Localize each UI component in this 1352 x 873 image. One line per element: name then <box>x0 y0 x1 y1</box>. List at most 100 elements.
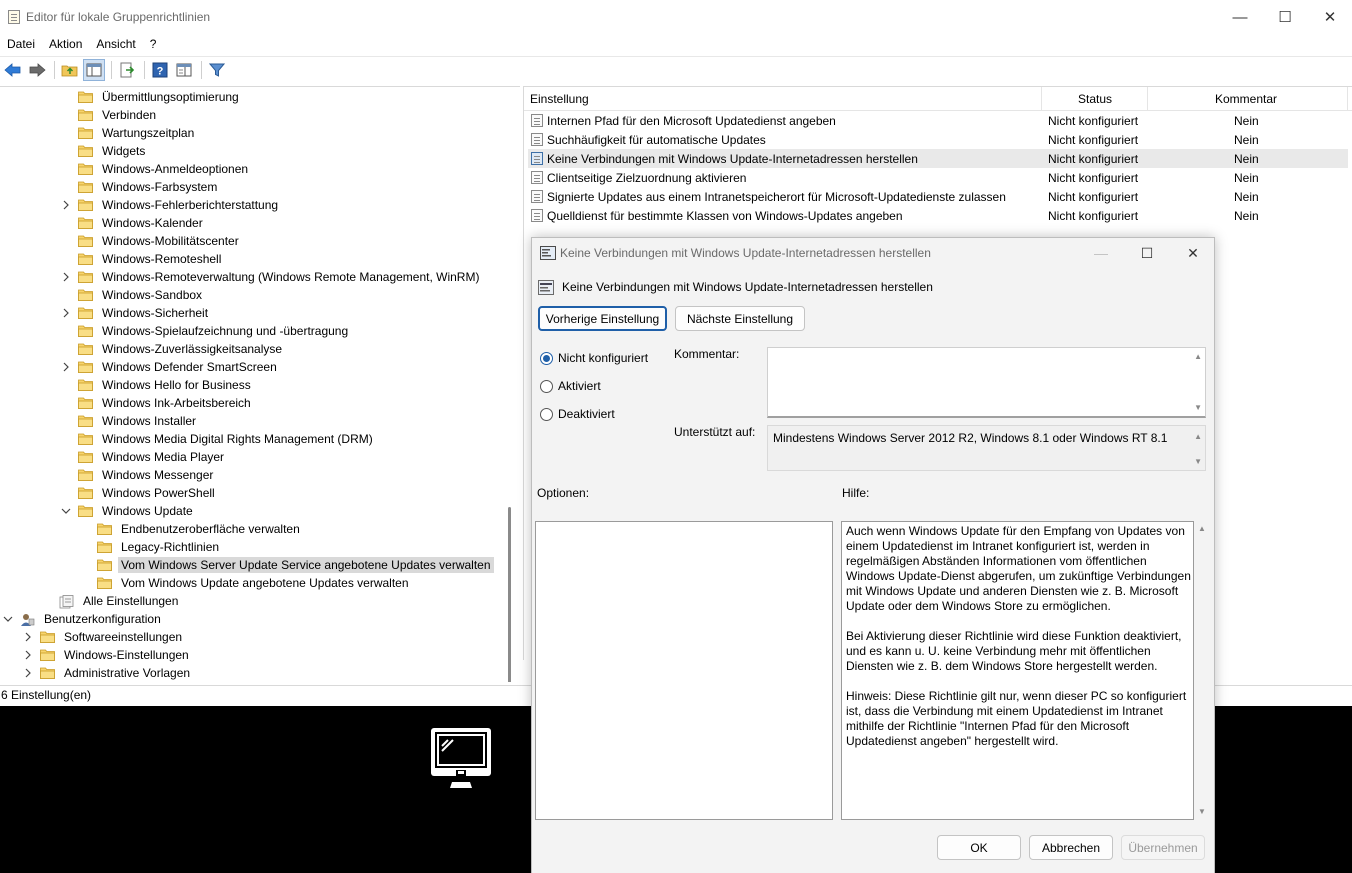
folder-icon <box>78 181 93 193</box>
chevron-right-icon[interactable] <box>61 268 71 286</box>
tree-item[interactable]: Windows-Sicherheit <box>63 304 211 322</box>
tree-item[interactable]: Legacy-Richtlinien <box>97 538 222 556</box>
policy-setting-icon <box>531 190 543 203</box>
help-scroll-up-arrow[interactable]: ▲ <box>1198 524 1206 533</box>
comment-textarea[interactable]: ▲ ▼ <box>767 347 1206 418</box>
radio-disabled[interactable]: Deaktiviert <box>540 405 615 423</box>
chevron-right-icon[interactable] <box>61 304 71 322</box>
menu-aktion[interactable]: Aktion <box>42 34 89 54</box>
title-bar: Editor für lokale Gruppenrichtlinien — ☐… <box>0 0 1352 34</box>
column-header-setting[interactable]: Einstellung <box>530 92 589 106</box>
tree-item[interactable]: Windows Hello for Business <box>78 376 254 394</box>
tree-item[interactable]: Windows-Anmeldeoptionen <box>78 160 251 178</box>
setting-row[interactable]: Internen Pfad für den Microsoft Updatedi… <box>528 111 1348 130</box>
minimize-button[interactable]: — <box>1217 0 1263 34</box>
tree-item-label: Verbinden <box>102 108 157 122</box>
tree-item[interactable]: Windows Update <box>61 502 196 520</box>
dialog-maximize-button[interactable]: ☐ <box>1124 238 1170 268</box>
chevron-right-icon[interactable] <box>61 358 71 376</box>
supported-on-text: Mindestens Windows Server 2012 R2, Windo… <box>773 431 1168 445</box>
tree-item[interactable]: Windows Media Digital Rights Management … <box>78 430 376 448</box>
folder-icon <box>78 91 93 103</box>
chevron-down-icon[interactable] <box>3 610 13 628</box>
show-hide-tree-icon[interactable] <box>83 58 105 81</box>
column-header-comment[interactable]: Kommentar <box>1215 92 1277 106</box>
tree-item[interactable]: Windows-Zuverlässigkeitsanalyse <box>78 340 285 358</box>
tree-item[interactable]: Windows-Einstellungen <box>25 646 192 664</box>
tree-item[interactable]: Endbenutzeroberfläche verwalten <box>97 520 303 538</box>
dialog-heading: Keine Verbindungen mit Windows Update-In… <box>562 280 933 294</box>
dialog-close-button[interactable]: ✕ <box>1170 238 1216 268</box>
help-icon[interactable]: ? <box>149 59 171 81</box>
tree-item[interactable]: Windows PowerShell <box>78 484 218 502</box>
radio-button[interactable] <box>540 379 553 393</box>
tree-item[interactable]: Windows Messenger <box>78 466 216 484</box>
tree-item[interactable]: Wartungszeitplan <box>78 124 197 142</box>
tree-item[interactable]: Widgets <box>78 142 148 160</box>
tree-item[interactable]: Übermittlungsoptimierung <box>78 88 242 106</box>
tree-item[interactable]: Windows-Sandbox <box>78 286 205 304</box>
setting-comment: Nein <box>1234 209 1259 223</box>
scroll-up-arrow[interactable]: ▲ <box>1194 432 1202 441</box>
tree-scrollbar[interactable] <box>508 507 511 682</box>
tree-item[interactable]: Windows-Remoteshell <box>78 250 224 268</box>
menu-help[interactable]: ? <box>143 34 164 54</box>
chevron-right-icon[interactable] <box>61 196 71 214</box>
scroll-down-arrow[interactable]: ▼ <box>1194 403 1202 412</box>
radio-not-configured[interactable]: Nicht konfiguriert <box>540 349 648 367</box>
setting-row[interactable]: Clientseitige Zielzuordnung aktivieren Ni… <box>528 168 1348 187</box>
radio-enabled[interactable]: Aktiviert <box>540 377 601 395</box>
tree-item[interactable]: Windows-Fehlerberichterstattung <box>63 196 281 214</box>
setting-row[interactable]: Signierte Updates aus einem Intranetspei… <box>528 187 1348 206</box>
maximize-button[interactable]: ☐ <box>1262 0 1308 34</box>
forward-icon[interactable] <box>26 59 48 81</box>
folder-icon <box>78 253 93 265</box>
tree-item[interactable]: Windows Installer <box>78 412 199 430</box>
tree-item[interactable]: Windows Defender SmartScreen <box>63 358 280 376</box>
menu-datei[interactable]: Datei <box>0 34 42 54</box>
previous-setting-button[interactable]: Vorherige Einstellung <box>538 306 667 331</box>
radio-button[interactable] <box>540 407 553 421</box>
tree-item[interactable]: Verbinden <box>78 106 159 124</box>
radio-button[interactable] <box>540 351 553 365</box>
cancel-button[interactable]: Abbrechen <box>1029 835 1113 860</box>
tree-item[interactable]: Windows-Farbsystem <box>78 178 220 196</box>
chevron-down-icon[interactable] <box>61 502 71 520</box>
all-settings-icon <box>59 595 74 609</box>
tree-item[interactable]: Benutzerkonfiguration <box>3 610 164 628</box>
scroll-down-arrow[interactable]: ▼ <box>1194 457 1202 466</box>
menu-ansicht[interactable]: Ansicht <box>89 34 142 54</box>
chevron-right-icon[interactable] <box>23 646 33 664</box>
setting-status: Nicht konfiguriert <box>1048 209 1139 223</box>
tree-item[interactable]: Vom Windows Server Update Service angebo… <box>97 556 494 574</box>
close-button[interactable]: ✕ <box>1307 0 1352 34</box>
export-list-icon[interactable] <box>116 59 138 81</box>
tree-item[interactable]: Alle Einstellungen <box>59 592 181 610</box>
column-header-status[interactable]: Status <box>1078 92 1112 106</box>
back-icon[interactable] <box>2 59 24 81</box>
filter-icon[interactable] <box>206 59 228 81</box>
dialog-minimize-button: — <box>1094 245 1108 261</box>
this-pc-desktop-icon[interactable] <box>428 726 494 792</box>
tree-item[interactable]: Softwareeinstellungen <box>25 628 185 646</box>
setting-row[interactable]: Quelldienst für bestimmte Klassen von Wi… <box>528 206 1348 225</box>
scroll-up-arrow[interactable]: ▲ <box>1194 352 1202 361</box>
ok-button[interactable]: OK <box>937 835 1021 860</box>
setting-row[interactable]: Keine Verbindungen mit Windows Update-In… <box>528 149 1348 168</box>
next-setting-button[interactable]: Nächste Einstellung <box>675 306 805 331</box>
chevron-right-icon[interactable] <box>23 664 33 682</box>
toolbar-separator <box>201 60 202 79</box>
tree-item[interactable]: Windows-Kalender <box>78 214 206 232</box>
extended-view-icon[interactable] <box>173 59 195 81</box>
tree-item[interactable]: Windows-Spielaufzeichnung und -übertragu… <box>78 322 351 340</box>
up-folder-icon[interactable] <box>59 59 81 81</box>
chevron-right-icon[interactable] <box>23 628 33 646</box>
tree-item[interactable]: Administrative Vorlagen <box>25 664 193 682</box>
setting-row[interactable]: Suchhäufigkeit für automatische Updates N… <box>528 130 1348 149</box>
tree-item[interactable]: Windows-Mobilitätscenter <box>78 232 242 250</box>
help-scroll-down-arrow[interactable]: ▼ <box>1198 807 1206 816</box>
tree-item[interactable]: Vom Windows Update angebotene Updates ve… <box>97 574 412 592</box>
tree-item[interactable]: Windows-Remoteverwaltung (Windows Remote… <box>63 268 482 286</box>
tree-item[interactable]: Windows Ink-Arbeitsbereich <box>78 394 254 412</box>
tree-item[interactable]: Windows Media Player <box>78 448 227 466</box>
